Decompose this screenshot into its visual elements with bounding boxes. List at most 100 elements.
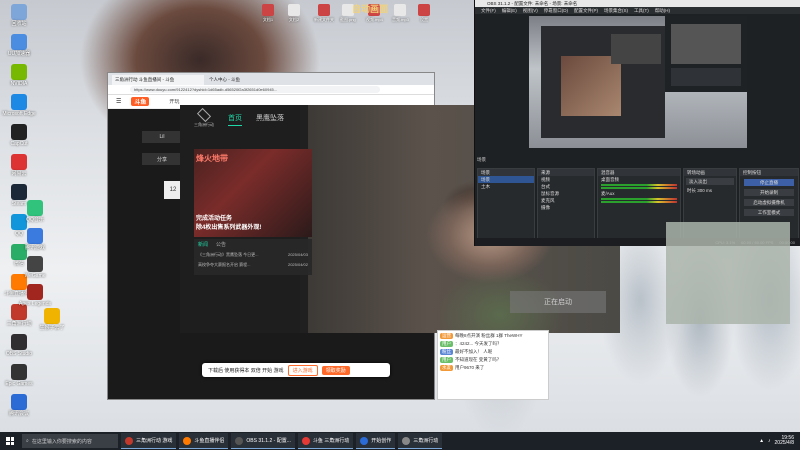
source-item[interactable]: 台式 <box>538 183 594 190</box>
obs-menu-item[interactable]: 视图(V) <box>523 8 538 14</box>
obs-menu-item[interactable]: 场景集合(S) <box>604 8 628 14</box>
desktop-icon[interactable]: CapCut <box>2 124 36 147</box>
side-button[interactable]: 分享 <box>142 153 182 165</box>
claim-reward-button[interactable]: 领取奖励 <box>321 365 350 375</box>
browser-tabstrip: 三角洲行动 斗鱼直播间 - 斗鱼 个人中心 - 斗鱼 <box>108 73 434 85</box>
desktop-file-icon[interactable]: 设置 <box>418 4 430 23</box>
stop-streaming-button[interactable]: 停止直播 <box>744 179 794 186</box>
file-icon <box>262 4 274 16</box>
desktop-icon[interactable]: 回收站 <box>2 4 36 27</box>
file-label: 文档2 <box>288 17 300 22</box>
scene-item[interactable]: 场景 <box>478 176 534 183</box>
scene-item[interactable]: 土木 <box>478 183 534 190</box>
obs-menu-item[interactable]: 工具(T) <box>634 8 649 14</box>
taskbar-search-input[interactable]: ⌕ 在这里输入你要搜索的内容 <box>22 434 118 448</box>
desktop-icon[interactable]: Microsoft Edge <box>2 94 36 117</box>
enter-game-button[interactable]: 进入游戏 <box>287 364 318 376</box>
obs-window[interactable]: OBS 31.1.2 - 配置文件: 未命名 - 场景: 未命名 文件(F) 编辑… <box>474 0 800 246</box>
desktop-icon[interactable]: 腾讯会议 <box>2 394 36 417</box>
taskbar-app-button[interactable]: 三角洲行动 <box>398 433 443 449</box>
source-item[interactable]: 鼠标音源 <box>538 190 594 197</box>
virtual-camera-button[interactable]: 启动虚拟摄像机 <box>744 199 794 206</box>
desktop-icon[interactable]: NVIDIA <box>2 64 36 87</box>
obs-menu-item[interactable]: 帮助(H) <box>655 8 670 14</box>
mixer-header: 混音器 <box>598 169 680 176</box>
file-label: 设置 <box>420 17 428 22</box>
obs-titlebar: OBS 31.1.2 - 配置文件: 未命名 - 场景: 未命名 <box>475 0 800 7</box>
desktop-icon-label: 回收站 <box>11 21 27 27</box>
chat-message: 用户 不知道现在 变黄了吗？ <box>440 357 546 363</box>
douyu-logo[interactable]: 斗鱼 <box>131 97 150 106</box>
start-game-button[interactable]: 正在启动 <box>510 291 606 313</box>
desktop-icon[interactable]: UU加速器 <box>2 34 36 57</box>
transition-select[interactable]: 淡入淡出 <box>686 178 734 185</box>
news-item[interactable]: 《三角洲行动》黑鹰坠落 今日更... 2025/04/03 <box>194 250 312 260</box>
search-icon: ⌕ <box>26 438 29 444</box>
file-icon <box>288 4 300 16</box>
taskbar-app-button[interactable]: 斗鱼直播伴侣 <box>179 433 229 449</box>
taskbar-app-button[interactable]: 三角洲行动 游戏 <box>121 433 177 449</box>
desktop-icon[interactable]: WeGame <box>18 256 52 279</box>
app-icon <box>11 334 27 350</box>
taskbar: ⌕ 在这里输入你要搜索的内容 三角洲行动 游戏 斗鱼直播伴侣 OBS 31.1.2 … <box>0 432 800 450</box>
tab-home[interactable]: 首页 <box>228 113 242 126</box>
desktop-icon-label: UU加速器 <box>7 51 31 57</box>
url-input[interactable]: https://www.douyu.com/9122412?dyshid=1d6… <box>130 86 380 93</box>
windows-start-icon[interactable] <box>0 432 20 450</box>
desktop-icon[interactable]: Epic Games <box>2 364 36 387</box>
app-icon <box>11 64 27 80</box>
desktop-file-icon[interactable]: 文档2 <box>288 4 300 23</box>
nav-item[interactable]: 开玩 <box>169 98 179 105</box>
desktop-icon[interactable]: Apex Legends <box>18 284 52 307</box>
audio-meter <box>601 201 677 203</box>
audio-meter <box>601 198 677 200</box>
desktop-icon-label: Apex Legends <box>19 301 51 307</box>
obs-menu-item[interactable]: 编辑(E) <box>502 8 517 14</box>
desktop-file-icon[interactable]: 文档1 <box>262 4 274 23</box>
obs-menubar: 文件(F) 编辑(E) 视图(V) 停靠窗口(D) 配置文件(P) 场景集合(S) 工具(T… <box>475 7 800 14</box>
desktop-icon-label: QQ音乐 <box>26 217 44 223</box>
studio-mode-button[interactable]: 工作室模式 <box>744 209 794 216</box>
news-item[interactable]: 高校争夺大赛报名开启 赛程... 2025/04/02 <box>194 260 312 270</box>
desktop-icon[interactable]: 腾讯游戏 <box>18 228 52 251</box>
network-icon[interactable]: ▲ <box>759 438 764 444</box>
source-item[interactable]: 视频 <box>538 176 594 183</box>
taskbar-app-label: 三角洲行动 <box>413 438 439 444</box>
obs-menu-item[interactable]: 配置文件(P) <box>574 8 598 14</box>
desktop-icon[interactable]: OBS Studio <box>2 334 36 357</box>
duration-input[interactable]: 300 ms <box>697 188 712 193</box>
start-recording-button[interactable]: 开始录制 <box>744 189 794 196</box>
browser-tab-active[interactable]: 三角洲行动 斗鱼直播间 - 斗鱼 <box>112 75 204 85</box>
tab-news[interactable]: 新闻 <box>198 241 208 248</box>
scene-label: 场景 <box>477 157 486 162</box>
volume-icon[interactable]: ♪ <box>768 438 771 444</box>
clock[interactable]: 19:56 2025/4/8 <box>775 436 794 446</box>
tab-blackhawk[interactable]: 黑鹰坠落 <box>256 113 284 126</box>
desktop-icon[interactable]: 网易云 <box>2 154 36 177</box>
promo-line: 完成活动任务 <box>196 216 233 222</box>
file-label: 音频.mp3 <box>392 17 409 22</box>
chat-text: ：4242... 今天发了吗？ <box>455 341 502 346</box>
obs-menu-item[interactable]: 文件(F) <box>481 8 496 14</box>
desktop-icon[interactable]: 生猴子去了 <box>22 308 82 331</box>
file-icon <box>318 4 330 16</box>
taskbar-app-button[interactable]: 开始创作 <box>356 433 396 449</box>
obs-menu-item[interactable]: 停靠窗口(D) <box>544 8 568 14</box>
tab-notice[interactable]: 公告 <box>216 241 226 248</box>
chat-message: 用户 ：4242... 今天发了吗？ <box>440 341 546 347</box>
desktop-file-icon[interactable]: 新建文件夹 <box>314 4 334 23</box>
audio-meter <box>601 187 677 189</box>
controls-header: 控制按钮 <box>740 169 798 176</box>
taskbar-app-label: OBS 31.1.2 - 配置... <box>246 438 291 444</box>
desktop-file-icon[interactable]: 音频.mp3 <box>392 4 409 23</box>
taskbar-app-button[interactable]: 斗鱼 三角洲行动 <box>297 433 354 449</box>
source-item[interactable]: 麦克风 <box>538 197 594 204</box>
taskbar-app-button[interactable]: OBS 31.1.2 - 配置... <box>231 433 295 449</box>
source-item[interactable]: 摄像 <box>538 204 594 211</box>
side-button[interactable]: Lil <box>142 131 182 143</box>
desktop-icon[interactable]: QQ音乐 <box>18 200 52 223</box>
file-label: 文档1 <box>262 17 274 22</box>
browser-tab[interactable]: 个人中心 - 斗鱼 <box>206 75 298 85</box>
obs-preview[interactable] <box>529 16 747 148</box>
menu-icon[interactable]: ☰ <box>116 98 121 105</box>
